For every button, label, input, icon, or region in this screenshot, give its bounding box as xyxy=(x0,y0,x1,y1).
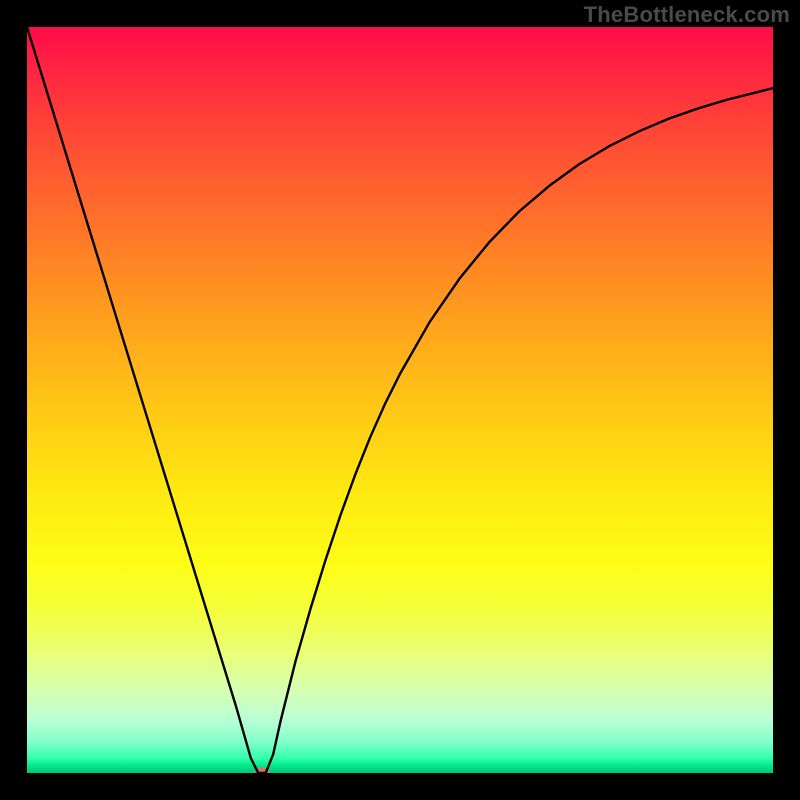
plot-area xyxy=(27,27,773,773)
watermark-text: TheBottleneck.com xyxy=(584,2,790,28)
bottleneck-curve xyxy=(27,27,773,773)
chart-frame: TheBottleneck.com xyxy=(0,0,800,800)
